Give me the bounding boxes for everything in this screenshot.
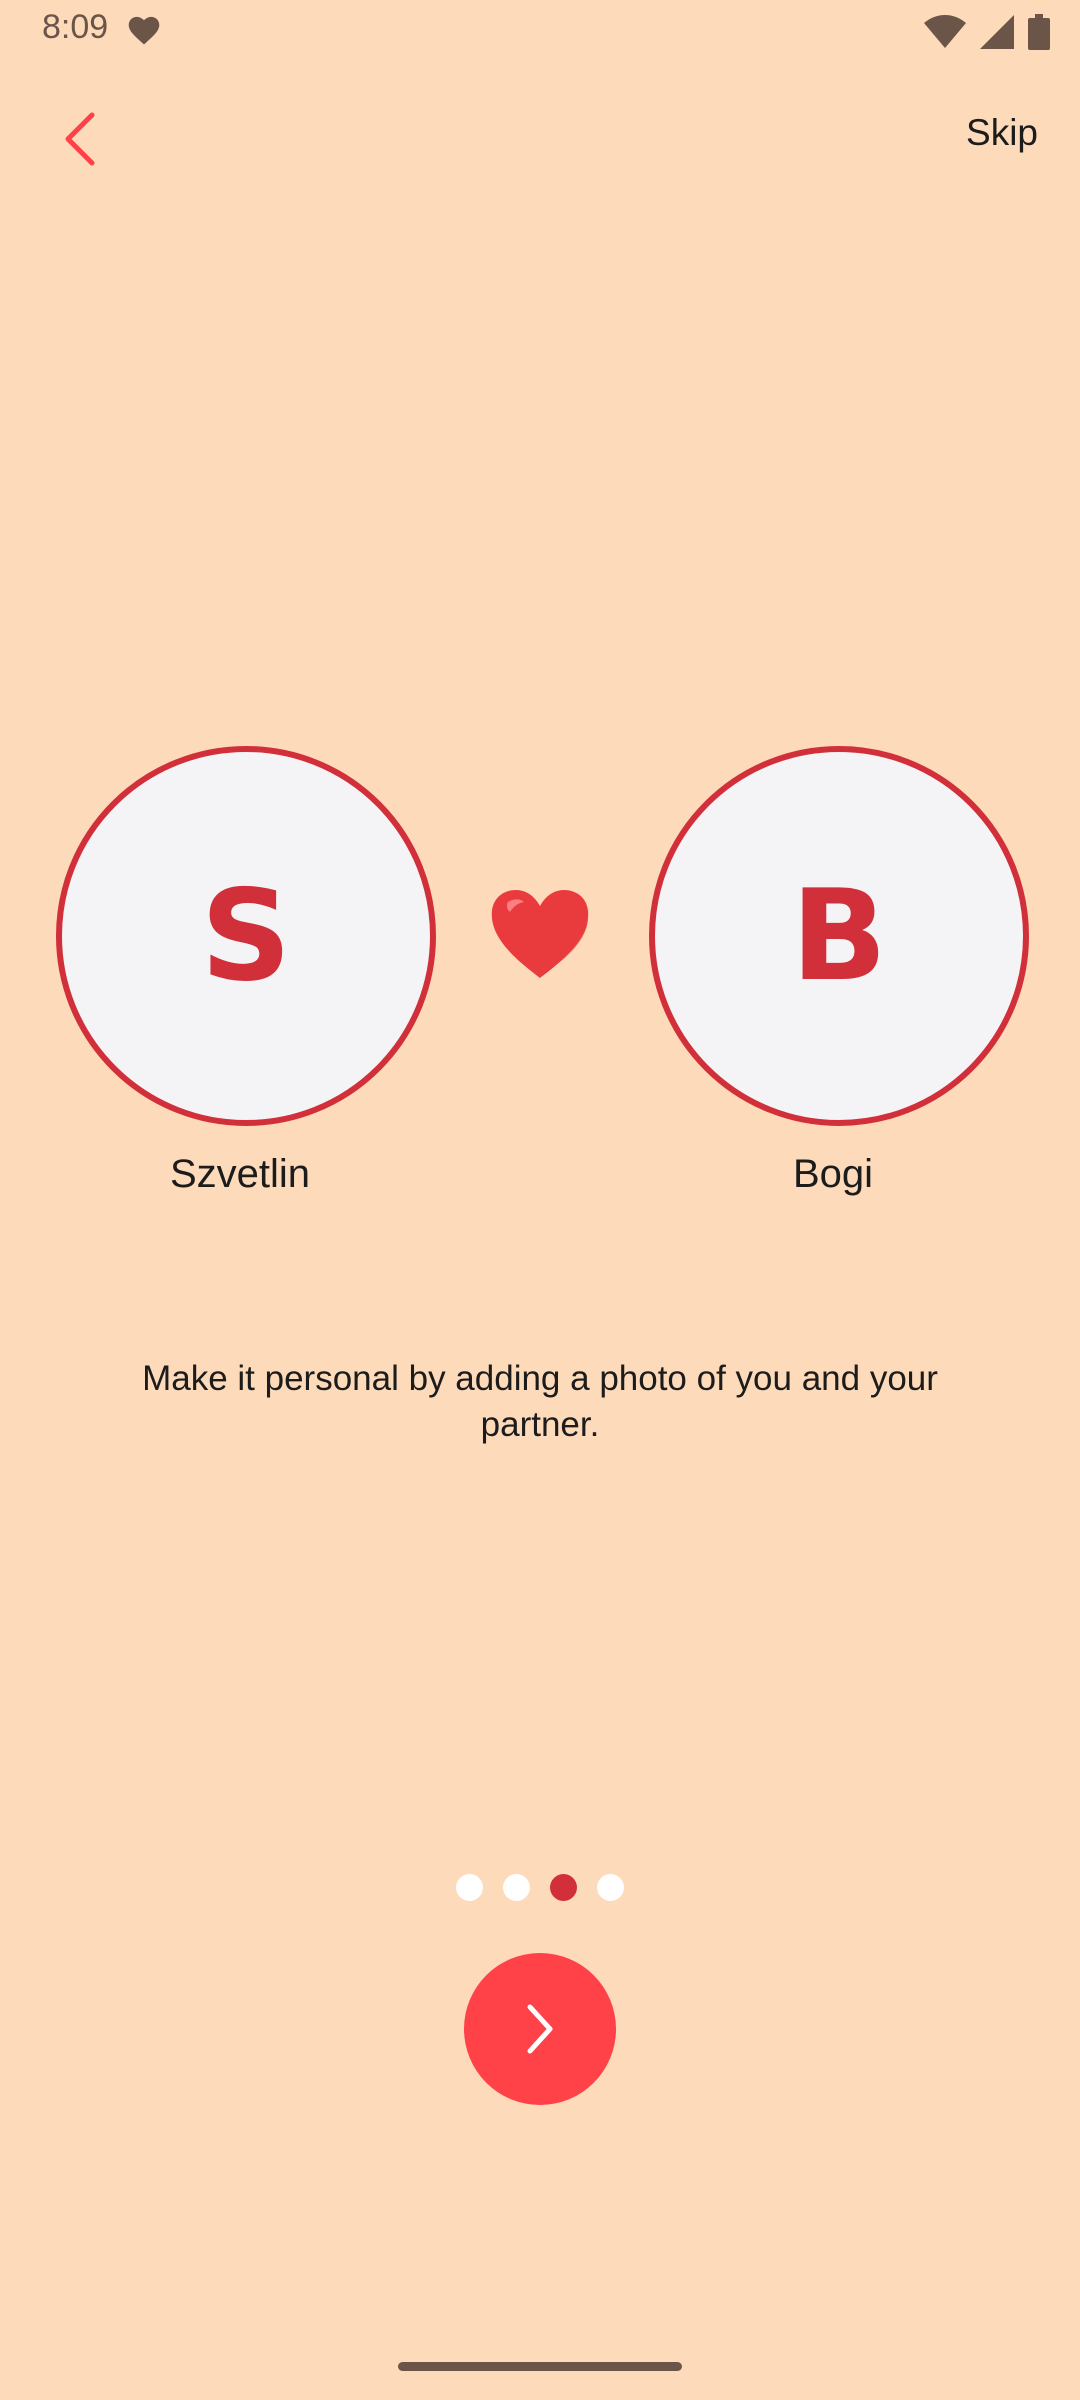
wifi-icon bbox=[924, 15, 966, 48]
page-dot-2 bbox=[503, 1874, 530, 1901]
heart-icon bbox=[128, 16, 160, 45]
battery-icon bbox=[1028, 14, 1050, 50]
back-button[interactable] bbox=[50, 104, 110, 174]
status-bar: 8:09 bbox=[0, 0, 1080, 64]
page-dot-1 bbox=[456, 1874, 483, 1901]
page-indicator bbox=[0, 1874, 1080, 1904]
skip-button[interactable]: Skip bbox=[966, 112, 1038, 154]
home-indicator[interactable] bbox=[398, 2362, 682, 2371]
chevron-left-icon bbox=[65, 112, 95, 166]
partner-two-avatar[interactable]: B bbox=[649, 746, 1029, 1126]
signal-icon bbox=[980, 15, 1014, 49]
page-dot-3 bbox=[550, 1874, 577, 1901]
partner-one-avatar[interactable]: S bbox=[56, 746, 436, 1126]
partner-two-name: Bogi bbox=[792, 1152, 874, 1196]
status-time: 8:09 bbox=[42, 8, 109, 46]
next-button[interactable] bbox=[464, 1953, 616, 2105]
partner-one-initial: S bbox=[200, 862, 292, 1009]
page-dot-4 bbox=[597, 1874, 624, 1901]
chevron-right-icon bbox=[527, 2004, 553, 2054]
partner-two-initial: B bbox=[790, 862, 888, 1009]
partner-one-name: Szvetlin bbox=[169, 1152, 311, 1196]
onboarding-description: Make it personal by adding a photo of yo… bbox=[142, 1359, 938, 1444]
red-heart-icon bbox=[491, 890, 589, 978]
status-icons bbox=[924, 12, 1050, 52]
